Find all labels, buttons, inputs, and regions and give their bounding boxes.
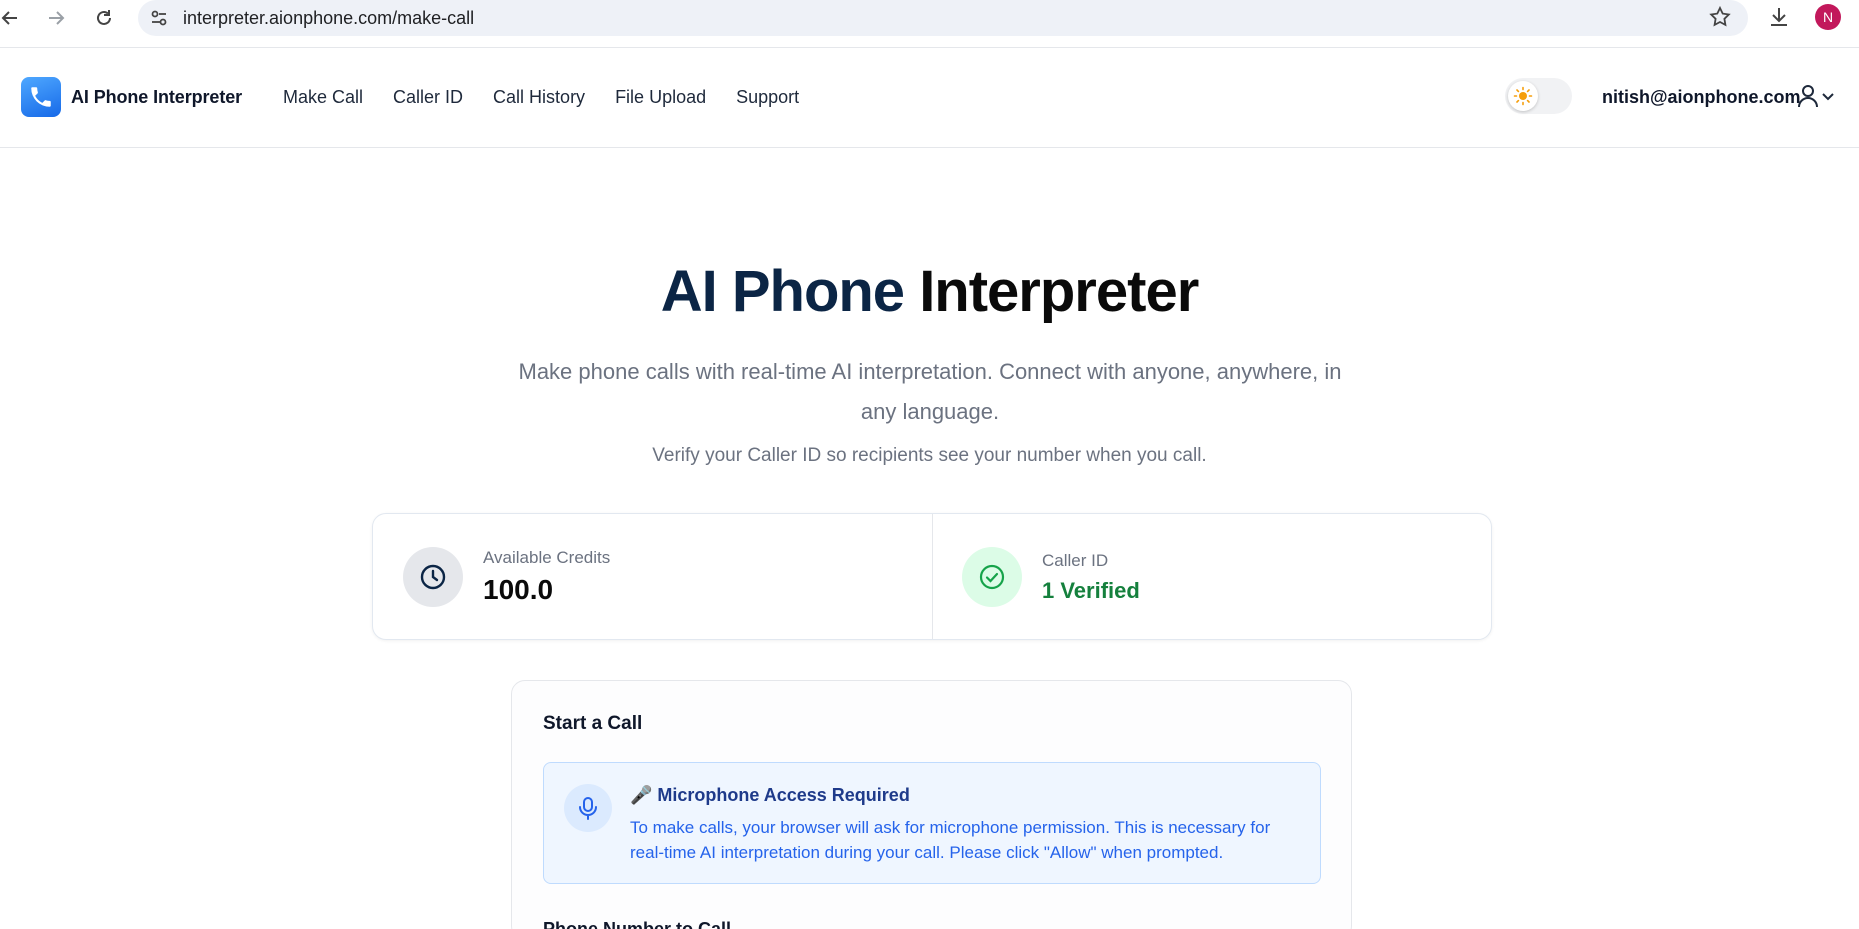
address-bar[interactable]: interpreter.aionphone.com/make-call xyxy=(138,0,1748,36)
back-icon[interactable] xyxy=(0,4,24,32)
microphone-text: To make calls, your browser will ask for… xyxy=(630,818,1271,862)
profile-avatar[interactable]: N xyxy=(1815,4,1841,30)
callerid-value[interactable]: 1 Verified xyxy=(1042,578,1140,604)
hero-note: Verify your Caller ID so recipients see … xyxy=(652,445,1207,466)
chevron-down-icon xyxy=(1822,93,1834,101)
app-logo[interactable] xyxy=(21,77,61,117)
theme-toggle[interactable] xyxy=(1505,78,1572,114)
reload-icon[interactable] xyxy=(90,4,118,32)
user-email: nitish@aionphone.com xyxy=(1602,87,1801,107)
sun-icon xyxy=(1508,81,1538,111)
main-nav: Make Call Caller ID Call History File Up… xyxy=(283,87,829,108)
start-call-title: Start a Call xyxy=(543,713,643,734)
brand-name[interactable]: AI Phone Interpreter xyxy=(71,87,242,108)
phone-number-label: Phone Number to Call xyxy=(543,919,732,929)
stats-divider xyxy=(932,514,933,639)
forward-icon[interactable] xyxy=(42,4,70,32)
check-circle-icon xyxy=(962,547,1022,607)
microphone-heading: 🎤 Microphone Access Required xyxy=(630,785,910,805)
user-menu-button[interactable] xyxy=(1797,84,1835,108)
title-part-1: AI Phone xyxy=(660,259,905,324)
hero-subtitle: Make phone calls with real-time AI inter… xyxy=(518,359,1342,424)
site-settings-icon[interactable] xyxy=(148,7,170,34)
bookmark-star-icon[interactable] xyxy=(1708,5,1732,34)
title-part-2: Interpreter xyxy=(919,259,1199,324)
credits-label: Available Credits xyxy=(483,548,611,567)
nav-call-history[interactable]: Call History xyxy=(493,87,585,108)
microphone-notice: 🎤 Microphone Access Required To make cal… xyxy=(543,762,1321,884)
app-header: AI Phone Interpreter Make Call Caller ID… xyxy=(0,48,1859,148)
stats-card: Available Credits 100.0 Caller ID 1 Veri… xyxy=(372,513,1492,640)
browser-toolbar: interpreter.aionphone.com/make-call N xyxy=(0,0,1859,48)
start-call-card: Start a Call 🎤 Microphone Access Require… xyxy=(511,680,1352,929)
credits-value: 100.0 xyxy=(483,574,554,605)
page-title: AI Phone Interpreter xyxy=(0,258,1859,325)
clock-icon xyxy=(403,547,463,607)
download-icon[interactable] xyxy=(1766,4,1792,35)
user-icon xyxy=(1798,85,1818,108)
url-text[interactable]: interpreter.aionphone.com/make-call xyxy=(183,8,474,29)
nav-file-upload[interactable]: File Upload xyxy=(615,87,706,108)
microphone-icon xyxy=(564,784,612,832)
nav-make-call[interactable]: Make Call xyxy=(283,87,363,108)
nav-caller-id[interactable]: Caller ID xyxy=(393,87,463,108)
callerid-label: Caller ID xyxy=(1042,551,1109,570)
phone-icon xyxy=(31,87,51,107)
nav-support[interactable]: Support xyxy=(736,87,799,108)
